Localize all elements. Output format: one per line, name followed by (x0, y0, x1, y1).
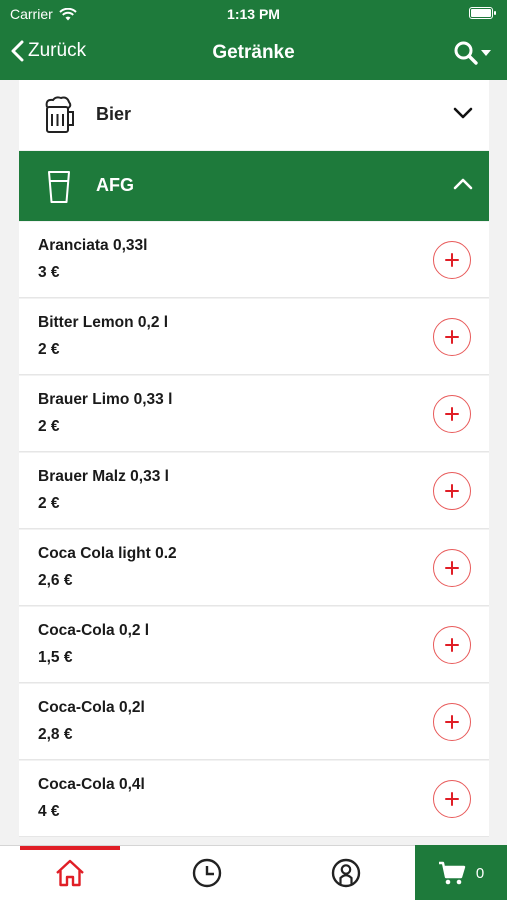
add-to-cart-button[interactable] (433, 780, 471, 818)
tab-bar: 0 (0, 845, 507, 900)
add-to-cart-button[interactable] (433, 549, 471, 587)
plus-icon (445, 407, 459, 421)
product-price: 2 € (38, 341, 60, 358)
add-to-cart-button[interactable] (433, 472, 471, 510)
glass-icon (48, 171, 70, 203)
product-price: 2 € (38, 418, 60, 435)
plus-icon (445, 792, 459, 806)
product-price: 4 € (38, 803, 60, 820)
plus-icon (445, 715, 459, 729)
user-icon (331, 858, 361, 888)
status-time: 1:13 PM (227, 6, 280, 22)
product-item[interactable]: Bitter Lemon 0,2 l 2 € (19, 299, 489, 375)
product-item[interactable]: Brauer Malz 0,33 l 2 € (19, 453, 489, 529)
product-item[interactable]: Coca Cola light 0.2 2,6 € (19, 530, 489, 606)
tab-home[interactable] (15, 846, 125, 900)
caret-down-icon (481, 50, 491, 56)
product-item[interactable]: Aranciata 0,33l 3 € (19, 222, 489, 298)
status-bar: Carrier 1:13 PM (0, 0, 507, 28)
battery-icon (469, 7, 496, 19)
home-icon (56, 859, 84, 887)
product-list: Aranciata 0,33l 3 € Bitter Lemon 0,2 l2 € B… (19, 222, 489, 837)
add-to-cart-button[interactable] (433, 395, 471, 433)
product-name: Coca-Cola 0,4l (38, 776, 145, 793)
product-name: Brauer Malz 0,33 l (38, 468, 169, 485)
cart-button[interactable]: 0 (415, 845, 507, 900)
shopping-cart-icon (438, 861, 466, 885)
product-name: Coca-Cola 0,2 l (38, 622, 150, 639)
category-label: AFG (96, 175, 134, 195)
cart-count: 0 (475, 864, 485, 882)
add-to-cart-button[interactable] (433, 626, 471, 664)
category-bier[interactable]: Bier (19, 80, 489, 150)
category-afg[interactable]: AFG (19, 151, 489, 221)
product-item[interactable]: Coca-Cola 0,4l 4 € (19, 761, 489, 837)
product-price: 1,5 € (38, 649, 73, 666)
product-name: Coca-Cola 0,2l (38, 699, 145, 716)
tab-history[interactable] (152, 846, 262, 900)
plus-icon (445, 253, 459, 267)
header-bar: Carrier 1:13 PM Zurück Getränke (0, 0, 507, 80)
add-to-cart-button[interactable] (433, 703, 471, 741)
beer-mug-icon (45, 96, 74, 133)
product-item[interactable]: Brauer Limo 0,33 l 2 € (19, 376, 489, 452)
clock-icon (192, 858, 222, 888)
plus-icon (445, 330, 459, 344)
category-label: Bier (96, 104, 132, 124)
product-price: 2,6 € (38, 572, 73, 589)
product-name: Bitter Lemon 0,2 l (38, 314, 169, 331)
navigation-bar: Zurück Getränke (0, 30, 507, 76)
product-name: Coca Cola light 0.2 (38, 545, 177, 562)
add-to-cart-button[interactable] (433, 241, 471, 279)
chevron-down-icon (453, 107, 473, 119)
chevron-up-icon (453, 178, 473, 190)
product-price: 3 € (38, 264, 60, 281)
search-button[interactable] (453, 40, 491, 66)
add-to-cart-button[interactable] (433, 318, 471, 356)
product-price: 2,8 € (38, 726, 73, 743)
page-title: Getränke (212, 42, 295, 63)
product-item[interactable]: Coca-Cola 0,2 l 1,5 € (19, 607, 489, 683)
menu-list: Bier AFG Aranciata 0,33l 3 € Bitter Lemon … (19, 80, 489, 845)
product-name: Brauer Limo 0,33 l (38, 391, 173, 408)
plus-icon (445, 638, 459, 652)
product-item[interactable]: Coca-Cola 0,2l 2,8 € (19, 684, 489, 760)
product-price: 2 € (38, 495, 60, 512)
tab-account[interactable] (291, 846, 401, 900)
plus-icon (445, 484, 459, 498)
search-icon (454, 41, 478, 65)
product-name: Aranciata 0,33l (38, 237, 148, 254)
plus-icon (445, 561, 459, 575)
